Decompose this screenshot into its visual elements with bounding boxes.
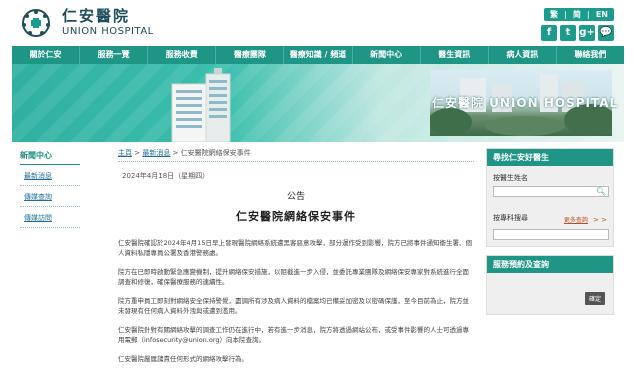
twitter-icon[interactable]: t: [560, 25, 576, 41]
article-paragraph: 仁安醫院針對有關網絡攻擊的調查工作仍在進行中，若有進一步消息，院方將透過網站公布…: [118, 326, 469, 344]
article-heading: 仁安醫院網絡保安事件: [236, 210, 356, 223]
doctor-search-panel: 尋找仁安好醫生 按醫生姓名 🔍︎ 按專科搜尋 更多查詢 > >: [486, 148, 614, 247]
breadcrumb-news-link[interactable]: 最新消息: [142, 149, 170, 157]
nav-doctor-info[interactable]: 醫生資訊: [421, 46, 489, 64]
breadcrumb-home-link[interactable]: 主頁: [118, 149, 132, 157]
hero-banner: 仁安醫院 UNION HOSPITAL: [12, 64, 624, 142]
doctor-name-label: 按醫生姓名: [493, 174, 528, 182]
nav-knowledge[interactable]: 醫療知識 / 頻道: [284, 46, 353, 64]
search-icon[interactable]: 🔍︎: [596, 187, 606, 197]
lang-simplified[interactable]: 简: [567, 8, 587, 21]
booking-header: 服務預約及查詢: [487, 256, 613, 273]
nav-patient-info[interactable]: 病人資訊: [489, 46, 557, 64]
site-header: 仁安醫院 UNION HOSPITAL 繁 | 简 | EN f t g+ 💬: [0, 0, 636, 46]
more-arrow-icon[interactable]: > >: [593, 216, 607, 224]
doctor-search-header: 尋找仁安好醫生: [487, 149, 613, 166]
booking-panel: 服務預約及查詢 確定: [486, 255, 614, 315]
sidebar-title: 新聞中心: [20, 150, 80, 165]
specialty-select[interactable]: [493, 229, 609, 240]
doctor-name-input[interactable]: 🔍︎: [493, 186, 609, 197]
more-search-link[interactable]: 更多查詢: [564, 217, 588, 224]
article-paragraph: 仁安醫院嚴厲譴責任何形式的網絡攻擊行為。: [118, 355, 248, 363]
main-content: 主頁 > 最新消息 > 仁安醫院網絡保安事件 2024年4月18日（星期四） 公…: [118, 148, 474, 364]
main-nav: 關於仁安 服務一覽 服務收費 醫療團隊 醫療知識 / 頻道 新聞中心 醫生資訊 …: [12, 46, 624, 64]
confirm-button[interactable]: 確定: [584, 292, 605, 305]
nav-news-centre[interactable]: 新聞中心: [353, 46, 421, 64]
sidebar-item-media-enquiries[interactable]: 傳媒查詢: [20, 192, 80, 207]
article-paragraph: 仁安醫院確認於2024年4月15日早上發現醫院網絡系統遭黑客惡意攻擊，部分運作受…: [118, 239, 472, 257]
article-paragraph: 院方重申員工即刻對網絡安全保持警覺，盡調所有涉及病人資料的檔案均已備妥加密及以密…: [118, 297, 469, 315]
nav-about[interactable]: 關於仁安: [12, 46, 81, 64]
breadcrumb: 主頁 > 最新消息 > 仁安醫院網絡保安事件: [118, 148, 474, 162]
logo-chinese-text: 仁安醫院: [62, 7, 131, 25]
hospital-logo[interactable]: 仁安醫院 UNION HOSPITAL: [18, 8, 154, 38]
nav-services[interactable]: 服務一覽: [80, 46, 149, 64]
nav-fees[interactable]: 服務收費: [148, 46, 217, 64]
lang-traditional[interactable]: 繁: [544, 8, 564, 21]
article-date: 2024年4月18日（星期四）: [122, 172, 210, 180]
sidebar-item-latest-news[interactable]: 最新消息: [20, 171, 80, 186]
banner-logo-text: 仁安醫院 UNION HOSPITAL: [432, 96, 619, 110]
lang-english[interactable]: EN: [590, 8, 614, 21]
logo-english-text: UNION HOSPITAL: [62, 26, 154, 37]
hospital-building-illustration: [171, 68, 231, 142]
notice-label: 公告: [286, 192, 305, 202]
social-links: f t g+ 💬: [541, 25, 614, 41]
left-sidebar: 新聞中心 最新消息 傳媒查詢 傳媒訪問: [20, 150, 100, 228]
nav-contact[interactable]: 聯絡我們: [557, 46, 624, 64]
right-sidebar: 尋找仁安好醫生 按醫生姓名 🔍︎ 按專科搜尋 更多查詢 > > 服務預約及查詢 …: [486, 148, 614, 315]
google-plus-icon[interactable]: g+: [579, 25, 595, 41]
emblem-icon: [18, 8, 54, 38]
facebook-icon[interactable]: f: [541, 25, 557, 41]
nav-medical-team[interactable]: 醫療團隊: [216, 46, 285, 64]
breadcrumb-current: > 仁安醫院網絡保安事件: [170, 149, 251, 157]
wechat-icon[interactable]: 💬: [598, 25, 614, 41]
article-paragraph: 院方在已即時啟動緊急應變機制，提升網絡保安措施，以阻截進一步入侵，並委託專業團隊…: [118, 268, 469, 286]
language-switcher: 繁 | 简 | EN: [543, 8, 614, 21]
sidebar-item-media-interviews[interactable]: 傳媒訪問: [20, 213, 80, 228]
specialty-label: 按專科搜尋: [493, 213, 528, 222]
